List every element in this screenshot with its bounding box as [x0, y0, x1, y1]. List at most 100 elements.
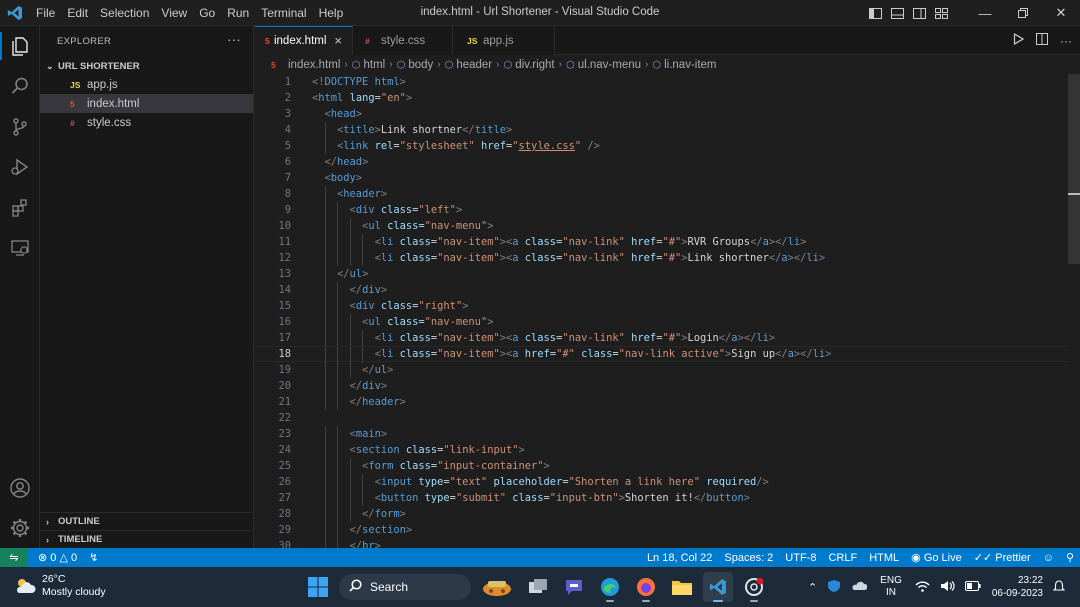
- code-line[interactable]: 1 <!DOCTYPE html>: [255, 74, 1070, 90]
- task-view-icon[interactable]: [523, 572, 553, 602]
- close-icon[interactable]: ×: [334, 33, 342, 48]
- toggle-primary-sidebar-icon[interactable]: [864, 0, 886, 26]
- file-style-css[interactable]: # style.css: [40, 113, 253, 132]
- code-line[interactable]: 15 <div class="right">: [255, 298, 1070, 314]
- remote-explorer-icon[interactable]: [8, 236, 32, 260]
- breadcrumb-item[interactable]: ⬡ header: [445, 59, 493, 71]
- code-line[interactable]: 4 <title>Link shortner</title>: [255, 122, 1070, 138]
- indentation[interactable]: Spaces: 2: [718, 552, 779, 564]
- menu-terminal[interactable]: Terminal: [255, 0, 312, 26]
- cursor-position[interactable]: Ln 18, Col 22: [641, 552, 718, 564]
- notifications-bell-icon[interactable]: ⚲: [1060, 551, 1080, 564]
- weather-widget[interactable]: 26°C Mostly cloudy: [14, 573, 106, 599]
- explorer-icon[interactable]: [8, 34, 32, 58]
- restore-button[interactable]: [1004, 0, 1042, 26]
- tab-style-css[interactable]: # style.css: [353, 26, 453, 55]
- source-control-icon[interactable]: [8, 115, 32, 139]
- clock[interactable]: 23:22 06-09-2023: [992, 574, 1043, 600]
- problems-indicator[interactable]: ⊗ 0 △ 0: [32, 551, 83, 564]
- lightning-icon[interactable]: ↯: [83, 551, 104, 564]
- code-line[interactable]: 5 <link rel="stylesheet" href="style.css…: [255, 138, 1070, 154]
- code-line[interactable]: 21 </header>: [255, 394, 1070, 410]
- code-line[interactable]: 28 </form>: [255, 506, 1070, 522]
- extensions-icon[interactable]: [8, 196, 32, 220]
- code-line[interactable]: 24 <section class="link-input">: [255, 442, 1070, 458]
- menu-view[interactable]: View: [155, 0, 193, 26]
- run-file-icon[interactable]: [1013, 32, 1025, 48]
- code-line[interactable]: 19 </ul>: [255, 362, 1070, 378]
- file-explorer-icon[interactable]: [667, 572, 697, 602]
- menu-edit[interactable]: Edit: [61, 0, 94, 26]
- code-line[interactable]: 10 <ul class="nav-menu">: [255, 218, 1070, 234]
- toggle-panel-icon[interactable]: [886, 0, 908, 26]
- code-line[interactable]: 27 <button type="submit" class="input-bt…: [255, 490, 1070, 506]
- code-line[interactable]: 6 </head>: [255, 154, 1070, 170]
- code-line[interactable]: 30 </br>: [255, 538, 1070, 548]
- code-line[interactable]: 8 <header>: [255, 186, 1070, 202]
- teams-chat-icon[interactable]: [559, 572, 589, 602]
- manage-gear-icon[interactable]: [8, 516, 32, 540]
- firefox-icon[interactable]: [631, 572, 661, 602]
- code-line[interactable]: 26 <input type="text" placeholder="Short…: [255, 474, 1070, 490]
- scrollbar-thumb[interactable]: [1068, 74, 1080, 264]
- start-button[interactable]: [303, 572, 333, 602]
- search-icon[interactable]: [8, 74, 32, 98]
- defender-icon[interactable]: [827, 579, 841, 596]
- code-line[interactable]: 7 <body>: [255, 170, 1070, 186]
- breadcrumb-item[interactable]: ⬡ body: [397, 59, 434, 71]
- code-line[interactable]: 25 <form class="input-container">: [255, 458, 1070, 474]
- language-indicator[interactable]: ENG IN: [880, 575, 902, 599]
- code-line[interactable]: 9 <div class="left">: [255, 202, 1070, 218]
- breadcrumb-item[interactable]: ⬡ html: [352, 59, 385, 71]
- menu-file[interactable]: File: [30, 0, 61, 26]
- code-line[interactable]: 18 <li class="nav-item"><a href="#" clas…: [255, 346, 1070, 363]
- breadcrumb-item[interactable]: 5 index.html: [271, 59, 340, 71]
- minimize-button[interactable]: —: [966, 0, 1004, 26]
- accounts-icon[interactable]: [8, 476, 32, 500]
- code-line[interactable]: 20 </div>: [255, 378, 1070, 394]
- onedrive-cloud-icon[interactable]: [851, 580, 868, 594]
- edge-browser-icon[interactable]: [595, 572, 625, 602]
- volume-icon[interactable]: [940, 580, 955, 595]
- code-line[interactable]: 17 <li class="nav-item"><a class="nav-li…: [255, 330, 1070, 346]
- prettier-button[interactable]: ✓✓ Prettier: [968, 551, 1037, 564]
- code-line[interactable]: 14 </div>: [255, 282, 1070, 298]
- code-line[interactable]: 12 <li class="nav-item"><a class="nav-li…: [255, 250, 1070, 266]
- encoding[interactable]: UTF-8: [779, 552, 822, 564]
- editor-scrollbar[interactable]: [1068, 74, 1080, 548]
- vscode-taskbar-icon[interactable]: [703, 572, 733, 602]
- outline-section[interactable]: › OUTLINE: [40, 512, 254, 530]
- widgets-highlight-icon[interactable]: [477, 572, 517, 602]
- go-live-button[interactable]: ◉ Go Live: [905, 551, 968, 564]
- breadcrumb-item[interactable]: ⬡ ul.nav-menu: [566, 59, 641, 71]
- code-line[interactable]: 2 <html lang="en">: [255, 90, 1070, 106]
- menu-help[interactable]: Help: [313, 0, 350, 26]
- chrome-settings-icon[interactable]: [739, 572, 769, 602]
- breadcrumb-item[interactable]: ⬡ li.nav-item: [652, 59, 716, 71]
- folder-url-shortener[interactable]: ⌄ URL SHORTENER: [40, 57, 253, 75]
- code-line[interactable]: 16 <ul class="nav-menu">: [255, 314, 1070, 330]
- notifications-icon[interactable]: [1052, 579, 1066, 595]
- code-line[interactable]: 13 </ul>: [255, 266, 1070, 282]
- file-app-js[interactable]: JS app.js: [40, 75, 253, 94]
- menu-selection[interactable]: Selection: [94, 0, 155, 26]
- wifi-icon[interactable]: [915, 580, 930, 595]
- line-endings[interactable]: CRLF: [822, 552, 863, 564]
- more-actions-icon[interactable]: ···: [1060, 34, 1072, 48]
- more-actions-icon[interactable]: ···: [227, 32, 241, 47]
- code-line[interactable]: 23 <main>: [255, 426, 1070, 442]
- close-window-button[interactable]: ✕: [1042, 0, 1080, 26]
- remote-indicator-icon[interactable]: ⇋: [0, 548, 28, 567]
- customize-layout-icon[interactable]: [930, 0, 952, 26]
- code-line[interactable]: 29 </section>: [255, 522, 1070, 538]
- timeline-section[interactable]: › TIMELINE: [40, 530, 254, 548]
- code-line[interactable]: 22: [255, 410, 1070, 426]
- taskbar-search[interactable]: Search: [339, 574, 471, 600]
- feedback-icon[interactable]: ☺: [1037, 552, 1060, 564]
- battery-icon[interactable]: [964, 580, 981, 594]
- chevron-up-icon[interactable]: ⌃: [808, 581, 817, 594]
- code-line[interactable]: 11 <li class="nav-item"><a class="nav-li…: [255, 234, 1070, 250]
- tab-index-html[interactable]: 5 index.html ×: [255, 26, 353, 55]
- tab-app-js[interactable]: JS app.js: [453, 26, 555, 55]
- language-mode[interactable]: HTML: [863, 552, 905, 564]
